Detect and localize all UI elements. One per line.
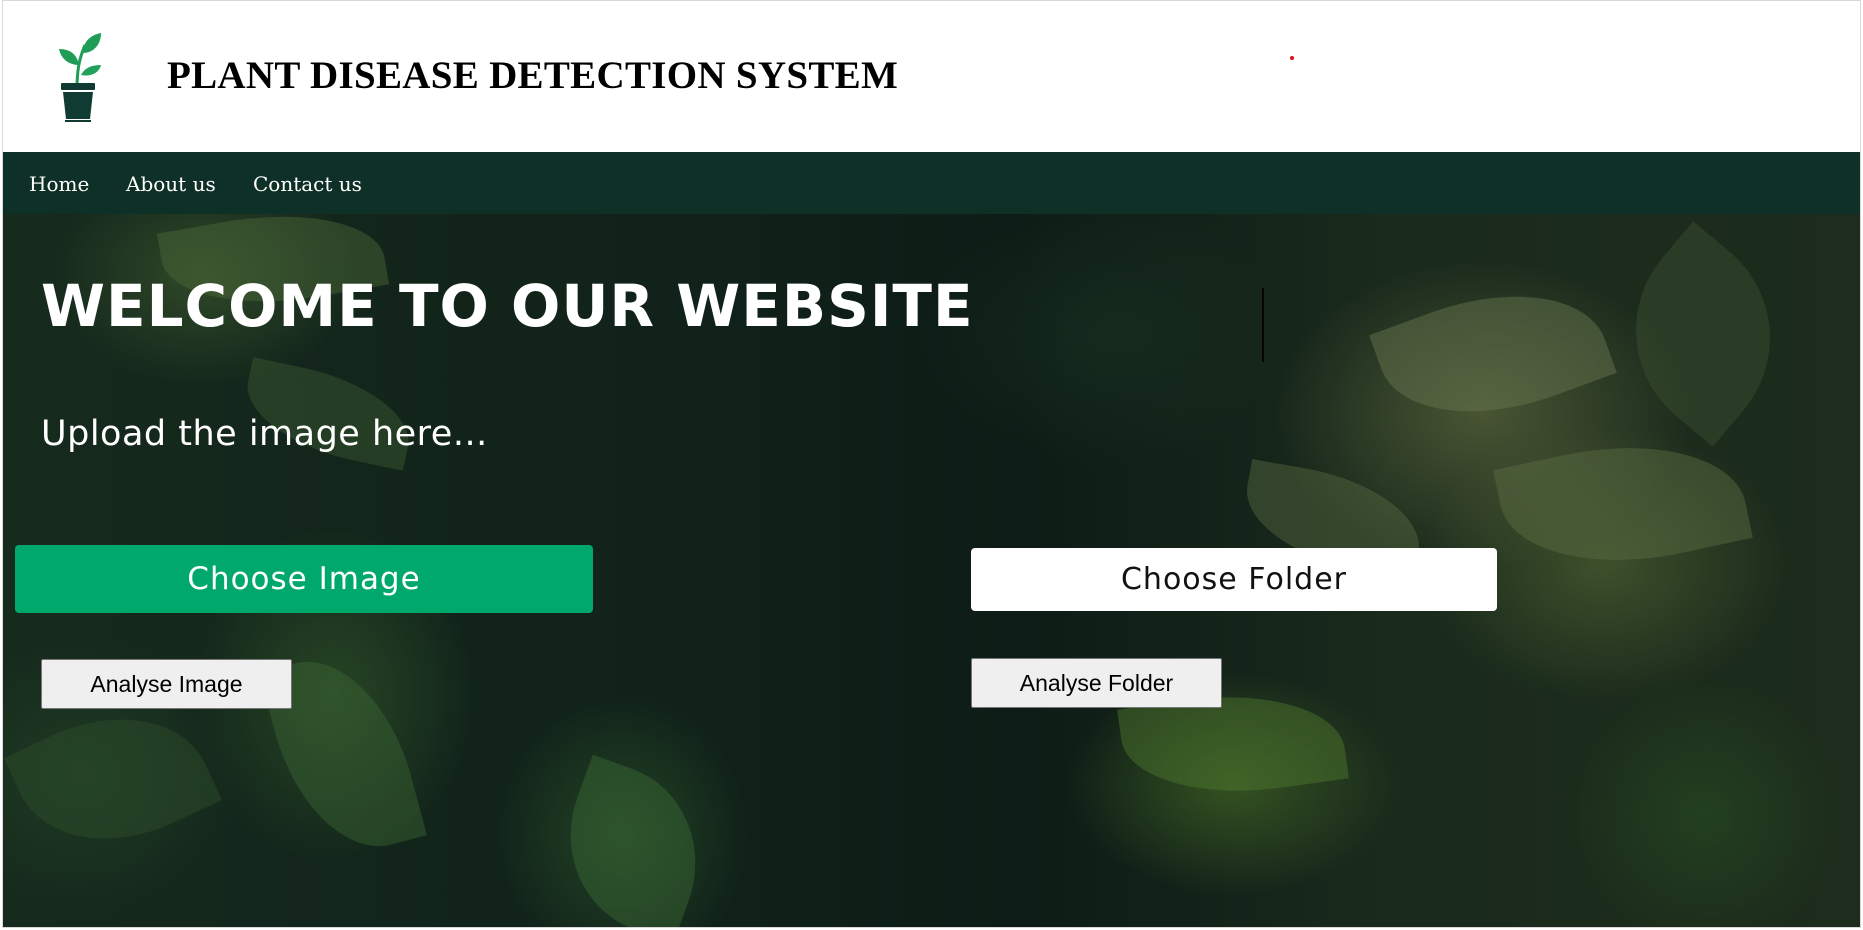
hero-section: WELCOME TO OUR WEBSITE Upload the image … [3,195,1860,927]
choose-folder-button[interactable]: Choose Folder [971,548,1497,611]
upload-instruction: Upload the image here... [41,414,488,454]
leaf-decoration [1590,221,1816,447]
red-dot-marker [1290,56,1294,60]
text-cursor [1262,288,1264,362]
leaf-decoration [1369,259,1617,449]
site-title: PLANT DISEASE DETECTION SYSTEM [167,54,899,97]
choose-image-button[interactable]: Choose Image [15,545,593,613]
page-frame: PLANT DISEASE DETECTION SYSTEM Home Abou… [2,0,1861,928]
nav-link-contact-us[interactable]: Contact us [253,172,362,196]
leaf-decoration [541,754,725,927]
analyse-folder-button[interactable]: Analyse Folder [971,658,1222,708]
nav-link-about-us[interactable]: About us [126,172,216,196]
main-navbar: Home About us Contact us [3,152,1860,214]
analyse-image-button[interactable]: Analyse Image [41,659,292,709]
nav-link-home[interactable]: Home [29,172,89,196]
site-header: PLANT DISEASE DETECTION SYSTEM [3,1,1860,152]
leaf-decoration [3,682,223,876]
potted-plant-icon [59,33,101,122]
welcome-heading: WELCOME TO OUR WEBSITE [41,272,974,340]
